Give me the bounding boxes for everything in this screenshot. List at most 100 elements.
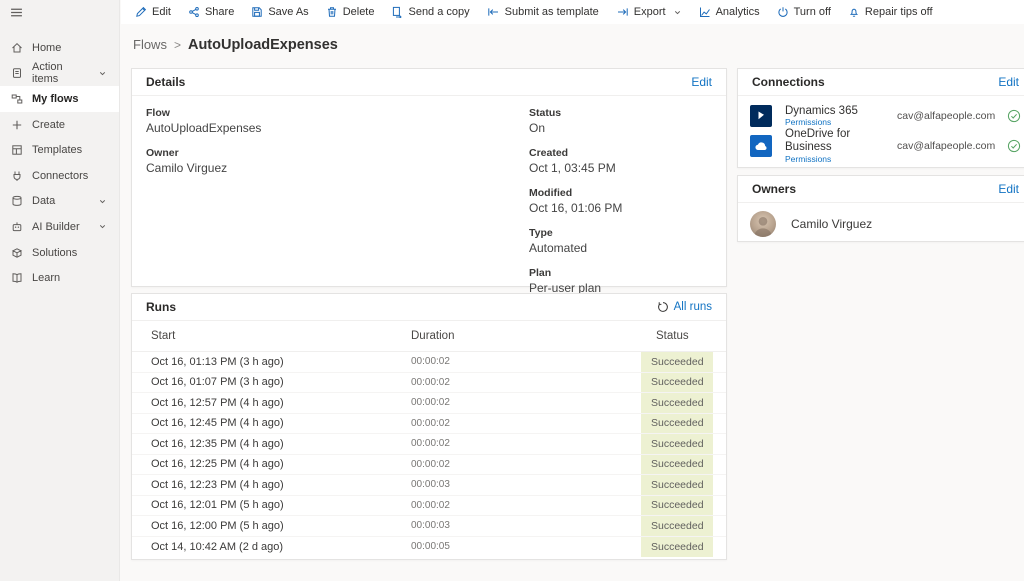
delete-button[interactable]: Delete	[326, 6, 375, 18]
owners-edit-link[interactable]: Edit	[998, 182, 1019, 196]
sidebar-nav: Home Action items My flows Create Templa…	[0, 35, 119, 291]
connection-row-onedrive-business[interactable]: OneDrive for Business Permissions cav@al…	[738, 131, 1024, 161]
run-row[interactable]: Oct 16, 01:07 PM (3 h ago) 00:00:02 Succ…	[132, 373, 726, 394]
share-button[interactable]: Share	[188, 6, 234, 18]
owner-avatar	[750, 211, 776, 237]
action-items-icon	[11, 67, 23, 79]
submit-as-template-button[interactable]: Submit as template	[487, 6, 599, 18]
templates-icon	[11, 144, 23, 156]
sidebar-item-label: Learn	[32, 272, 60, 284]
toolbar-item-label: Submit as template	[505, 6, 599, 18]
run-row[interactable]: Oct 16, 12:00 PM (5 h ago) 00:00:03 Succ…	[132, 516, 726, 537]
sidebar-item-label: Solutions	[32, 247, 77, 259]
sidebar-item-data[interactable]: Data	[0, 189, 119, 215]
run-status-badge: Succeeded	[641, 393, 713, 413]
send-a-copy-button[interactable]: Send a copy	[391, 6, 469, 18]
detail-field-plan: Plan Per-user plan	[529, 267, 712, 295]
column-header-status[interactable]: Status	[641, 330, 713, 342]
runs-table-header: Start Duration Status	[132, 321, 726, 352]
run-start: Oct 16, 12:00 PM (5 h ago)	[132, 516, 411, 536]
sidebar-item-label: AI Builder	[32, 221, 80, 233]
run-start: Oct 16, 12:57 PM (4 h ago)	[132, 393, 411, 413]
field-value: Automated	[529, 241, 712, 255]
toolbar-item-label: Analytics	[716, 6, 760, 18]
column-header-start[interactable]: Start	[132, 330, 411, 342]
run-status-badge: Succeeded	[641, 475, 713, 495]
owners-card-header: Owners Edit	[738, 176, 1024, 203]
create-icon	[11, 119, 23, 131]
toolbar-item-label: Export	[634, 6, 666, 18]
sidebar-item-connectors[interactable]: Connectors	[0, 163, 119, 189]
analytics-button[interactable]: Analytics	[699, 6, 760, 18]
details-edit-link[interactable]: Edit	[691, 75, 712, 89]
sidebar-item-my-flows[interactable]: My flows	[0, 86, 119, 112]
edit-button[interactable]: Edit	[135, 6, 171, 18]
repair-tips-off-button[interactable]: Repair tips off	[848, 6, 933, 18]
send-copy-icon	[391, 6, 403, 18]
sidebar-item-templates[interactable]: Templates	[0, 137, 119, 163]
toolbar-item-label: Repair tips off	[865, 6, 933, 18]
run-status-badge: Succeeded	[641, 496, 713, 516]
details-left-column: Flow AutoUploadExpenses Owner Camilo Vir…	[146, 107, 529, 307]
run-duration: 00:00:02	[411, 373, 641, 393]
submit-template-icon	[487, 6, 500, 18]
chevron-down-icon	[98, 197, 107, 206]
run-status-badge: Succeeded	[641, 516, 713, 536]
connection-account: cav@alfapeople.com	[897, 110, 997, 122]
runs-card-header: Runs All runs	[132, 294, 726, 321]
connection-name: Dynamics 365	[785, 105, 897, 118]
sidebar-item-ai-builder[interactable]: AI Builder	[0, 214, 119, 240]
detail-field-owner: Owner Camilo Virguez	[146, 147, 529, 175]
details-title: Details	[146, 75, 185, 89]
toolbar-item-label: Share	[205, 6, 234, 18]
breadcrumb-flows-link[interactable]: Flows	[133, 37, 167, 52]
power-icon	[777, 6, 789, 18]
toolbar-item-label: Edit	[152, 6, 171, 18]
sidebar-item-home[interactable]: Home	[0, 35, 119, 61]
column-header-duration[interactable]: Duration	[411, 330, 641, 342]
sidebar-item-label: Action items	[32, 61, 89, 85]
turn-off-button[interactable]: Turn off	[777, 6, 831, 18]
save-as-button[interactable]: Save As	[251, 6, 308, 18]
hamburger-menu-icon[interactable]	[0, 0, 119, 19]
run-status-badge: Succeeded	[641, 352, 713, 372]
run-row[interactable]: Oct 16, 12:01 PM (5 h ago) 00:00:02 Succ…	[132, 496, 726, 517]
toolbar-item-label: Delete	[343, 6, 375, 18]
sidebar-item-create[interactable]: Create	[0, 112, 119, 138]
solutions-icon	[11, 247, 23, 259]
connection-row-dynamics-365[interactable]: Dynamics 365 Permissions cav@alfapeople.…	[738, 101, 1024, 131]
history-icon	[657, 301, 669, 313]
run-start: Oct 14, 10:42 AM (2 d ago)	[132, 537, 411, 558]
export-button[interactable]: Export	[616, 6, 682, 18]
connection-permissions-link[interactable]: Permissions	[785, 117, 897, 127]
run-row[interactable]: Oct 16, 12:23 PM (4 h ago) 00:00:03 Succ…	[132, 475, 726, 496]
run-row[interactable]: Oct 16, 12:25 PM (4 h ago) 00:00:02 Succ…	[132, 455, 726, 476]
run-duration: 00:00:02	[411, 455, 641, 475]
dynamics-365-icon	[750, 105, 772, 127]
all-runs-link[interactable]: All runs	[657, 301, 712, 313]
run-row[interactable]: Oct 16, 12:57 PM (4 h ago) 00:00:02 Succ…	[132, 393, 726, 414]
save-as-icon	[251, 6, 263, 18]
sidebar-item-label: Home	[32, 42, 61, 54]
connection-permissions-link[interactable]: Permissions	[785, 154, 897, 164]
edit-icon	[135, 6, 147, 18]
run-duration: 00:00:05	[411, 537, 641, 558]
field-value: Camilo Virguez	[146, 161, 529, 175]
field-value: Oct 1, 03:45 PM	[529, 161, 712, 175]
toolbar-item-label: Turn off	[794, 6, 831, 18]
detail-field-created: Created Oct 1, 03:45 PM	[529, 147, 712, 175]
sidebar-item-action-items[interactable]: Action items	[0, 61, 119, 87]
run-row[interactable]: Oct 14, 10:42 AM (2 d ago) 00:00:05 Succ…	[132, 537, 726, 558]
sidebar-item-learn[interactable]: Learn	[0, 265, 119, 291]
sidebar-item-solutions[interactable]: Solutions	[0, 240, 119, 266]
connections-list: Dynamics 365 Permissions cav@alfapeople.…	[738, 96, 1024, 161]
run-row[interactable]: Oct 16, 12:35 PM (4 h ago) 00:00:02 Succ…	[132, 434, 726, 455]
run-row[interactable]: Oct 16, 12:45 PM (4 h ago) 00:00:02 Succ…	[132, 414, 726, 435]
sidebar-item-label: Data	[32, 195, 55, 207]
detail-field-type: Type Automated	[529, 227, 712, 255]
run-start: Oct 16, 12:25 PM (4 h ago)	[132, 455, 411, 475]
runs-title: Runs	[146, 300, 176, 314]
run-row[interactable]: Oct 16, 01:13 PM (3 h ago) 00:00:02 Succ…	[132, 352, 726, 373]
connections-edit-link[interactable]: Edit	[998, 75, 1019, 89]
field-label: Flow	[146, 107, 529, 119]
